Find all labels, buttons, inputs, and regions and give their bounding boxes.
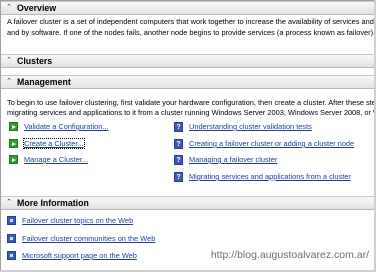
web-link-label[interactable]: Failover cluster topics on the Web	[22, 216, 133, 225]
green-arrow-icon	[9, 139, 18, 148]
web-link-icon	[7, 216, 16, 225]
web-link-label[interactable]: Failover cluster communities on the Web	[22, 234, 155, 243]
help-link-label[interactable]: Creating a failover cluster or adding a …	[189, 139, 354, 148]
help-link-label[interactable]: Understanding cluster validation tests	[189, 122, 312, 131]
management-description: To begin to use failover clustering, fir…	[7, 98, 376, 118]
help-book-icon: ?	[174, 172, 183, 182]
management-line-1: To begin to use failover clustering, fir…	[7, 98, 376, 107]
chevron-up-icon[interactable]: ⌃	[5, 57, 13, 65]
management-header[interactable]: ⌃ Management	[1, 75, 375, 89]
validate-configuration-link[interactable]: Validate a Configuration...	[24, 122, 109, 131]
more-information-title: More Information	[17, 198, 89, 208]
green-arrow-icon	[9, 122, 18, 131]
help-book-icon: ?	[174, 155, 183, 165]
overview-line-1: A failover cluster is a set of independe…	[7, 17, 376, 26]
help-book-icon: ?	[174, 139, 183, 149]
green-arrow-icon	[9, 155, 18, 164]
overview-description: A failover cluster is a set of independe…	[7, 17, 376, 38]
overview-line-2: and by software. If one of the nodes fai…	[7, 27, 376, 37]
web-link-icon	[7, 234, 16, 243]
manage-cluster-link[interactable]: Manage a Cluster...	[24, 155, 88, 164]
create-cluster-link[interactable]: Create a Cluster...	[23, 138, 85, 149]
overview-header[interactable]: ⌃ Overview	[1, 1, 375, 15]
clusters-header[interactable]: ⌃ Clusters	[1, 54, 375, 68]
failover-cluster-manager-pane: ⌃ Overview A failover cluster is a set o…	[0, 0, 376, 272]
help-link-label[interactable]: Migrating services and applications from…	[189, 172, 351, 181]
watermark: http://blog.augustoalvarez.com.ar/	[210, 249, 369, 261]
overview-title: Overview	[17, 3, 57, 13]
help-link-label[interactable]: Managing a failover cluster	[189, 155, 277, 164]
management-title: Management	[17, 77, 71, 87]
web-link-label[interactable]: Microsoft support page on the Web	[22, 251, 137, 260]
chevron-up-icon[interactable]: ⌃	[5, 78, 13, 86]
clusters-title: Clusters	[17, 56, 53, 66]
help-book-icon: ?	[174, 122, 183, 132]
management-line-2: migrating services and applications to i…	[7, 108, 376, 117]
web-link-icon	[7, 251, 16, 260]
chevron-up-icon[interactable]: ⌃	[5, 4, 13, 12]
chevron-up-icon[interactable]: ⌃	[5, 199, 13, 207]
more-information-header[interactable]: ⌃ More Information	[1, 196, 375, 210]
